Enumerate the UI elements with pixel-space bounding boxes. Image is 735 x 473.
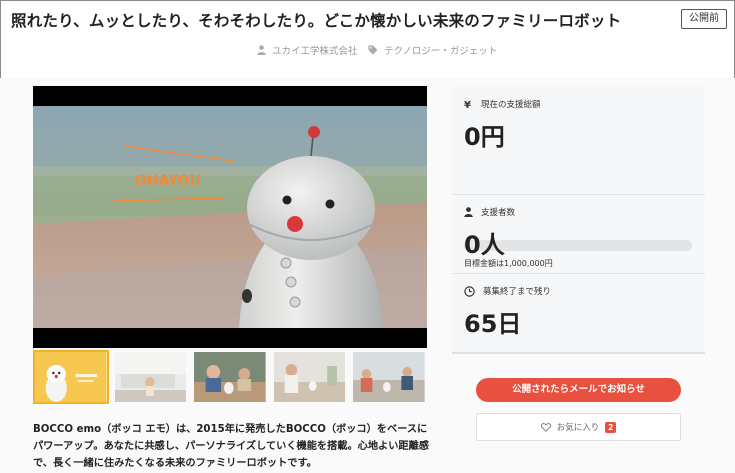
thumbnail-4[interactable]: [272, 350, 348, 404]
thumbnail-3-image: [194, 352, 266, 402]
user-icon: [257, 45, 266, 55]
project-description: BOCCO emo（ボッコ エモ）は、2015年に発売したBOCCO（ボッコ）を…: [33, 424, 429, 469]
thumbnail-5[interactable]: [351, 350, 427, 404]
thumbnail-3[interactable]: [192, 350, 268, 404]
category-link[interactable]: テクノロジー・ガジェット: [368, 43, 497, 57]
robot-scene-image: OHAYOU: [33, 106, 427, 328]
stats-panel: ¥ 現在の支援総額 0円 0% 目標金額は1,000,000円 支援者数 0人 …: [452, 86, 705, 354]
thumbnail-strip: [33, 350, 427, 404]
funding-stat: ¥ 現在の支援総額 0円: [464, 98, 541, 152]
svg-text:OHAYOU: OHAYOU: [135, 173, 201, 189]
company-name: ユカイ工学株式会社: [272, 46, 358, 57]
status-badge: 公開前: [681, 9, 727, 29]
heart-icon: [540, 422, 551, 432]
video-player[interactable]: OHAYOU: [33, 86, 427, 348]
remaining-label: 募集終了まで残り: [483, 287, 552, 297]
favorite-count-badge: 2: [605, 421, 617, 433]
stats-divider-2: [452, 273, 705, 274]
backers-value: 0人: [464, 231, 505, 259]
thumbnail-1[interactable]: [33, 350, 109, 404]
funding-label: 現在の支援総額: [481, 100, 541, 110]
favorite-button[interactable]: お気に入り 2: [476, 413, 681, 441]
tag-icon: [368, 45, 378, 55]
company-link[interactable]: ユカイ工学株式会社: [257, 43, 358, 57]
project-title: 照れたり、ムッとしたり、そわそわしたり。どこか懐かしい未来のファミリーロボット: [11, 12, 622, 30]
category-name: テクノロジー・ガジェット: [384, 46, 498, 57]
video-frame: OHAYOU: [33, 106, 427, 328]
project-header: 照れたり、ムッとしたり、そわそわしたり。どこか懐かしい未来のファミリーロボット …: [0, 0, 735, 78]
svg-text:¥: ¥: [464, 100, 471, 109]
stats-divider-1: [452, 194, 705, 195]
remaining-value: 65日: [464, 310, 522, 338]
favorite-label: お気に入り: [556, 423, 600, 433]
remaining-stat: 募集終了まで残り 65日: [464, 285, 551, 339]
thumbnail-2[interactable]: [113, 350, 189, 404]
thumbnail-1-image: [35, 352, 107, 402]
thumbnail-4-image: [273, 352, 346, 402]
notify-button[interactable]: 公開されたらメールでお知らせ: [476, 378, 681, 402]
clock-icon: [464, 285, 475, 297]
backers-stat: 支援者数 0人: [464, 206, 515, 260]
yen-icon: ¥: [464, 100, 471, 109]
thumbnail-5-image: [353, 352, 425, 402]
backers-label: 支援者数: [481, 208, 516, 218]
person-icon: [464, 207, 473, 217]
thumbnail-2-image: [114, 352, 187, 402]
funding-value: 0円: [464, 123, 505, 151]
